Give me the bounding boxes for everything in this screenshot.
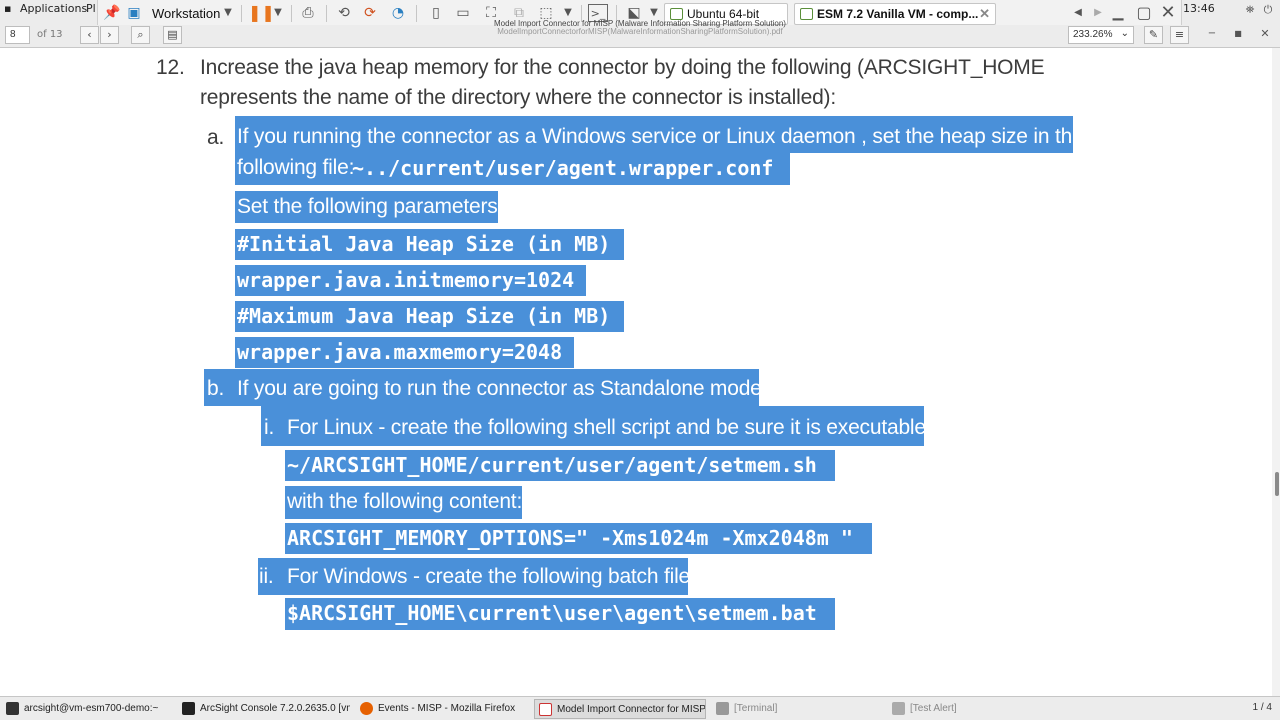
- alert-icon: [892, 702, 905, 715]
- chevron-down-icon[interactable]: ▼: [218, 4, 238, 22]
- arcsight-icon: [182, 702, 195, 715]
- top-bar: ▪ Applications Pl 📌 ▣ Workstation ▼ ❚❚ ▼…: [0, 0, 1280, 48]
- clock: 13:46: [1183, 2, 1215, 15]
- taskbar: arcsight@vm-esm700-demo:~ ArcSight Conso…: [0, 696, 1280, 720]
- toolbar-divider: [416, 5, 417, 22]
- item-a-file-path: ~../current/user/agent.wrapper.conf: [352, 156, 774, 180]
- vm-tab-icon: [800, 8, 813, 20]
- item-i-text: For Linux - create the following shell s…: [287, 416, 932, 439]
- pdf-icon: [539, 703, 552, 716]
- toolbar-divider: [291, 5, 292, 22]
- vertical-scrollbar[interactable]: [1272, 48, 1280, 696]
- minimize-icon[interactable]: −: [1202, 25, 1222, 43]
- next-page-button[interactable]: ›: [100, 26, 119, 44]
- task-label: Model Import Connector for MISP (...: [557, 704, 706, 715]
- previous-page-button[interactable]: ‹: [80, 26, 99, 44]
- close-icon[interactable]: ✕: [979, 6, 990, 22]
- power-icon[interactable]: ⏻: [1258, 1, 1278, 19]
- maximize-icon[interactable]: ▢: [1134, 4, 1154, 22]
- task-label: ArcSight Console 7.2.0.2635.0 [vm-...: [200, 703, 350, 714]
- task-label: [Test Alert]: [910, 703, 957, 714]
- revert-snapshot-icon[interactable]: ⟳: [360, 4, 380, 22]
- item-i-script-path: ~/ARCSIGHT_HOME/current/user/agent/setme…: [287, 453, 817, 477]
- sidebar-icon[interactable]: ▤: [163, 26, 182, 44]
- page-number-input[interactable]: 8: [5, 26, 30, 44]
- zoom-select[interactable]: 233.26% ⌄: [1068, 26, 1134, 44]
- task-label: [Terminal]: [734, 703, 778, 714]
- firefox-icon: [360, 702, 373, 715]
- task-pdf-viewer[interactable]: Model Import Connector for MISP (...: [534, 699, 706, 719]
- item-ii-text: For Windows - create the following batch…: [287, 565, 696, 588]
- task-label: arcsight@vm-esm700-demo:~: [24, 703, 159, 714]
- network-icon[interactable]: ⛯: [1240, 1, 1260, 19]
- task-test-alert[interactable]: [Test Alert]: [888, 699, 1060, 719]
- item-a-text-line-2: following file:: [237, 156, 355, 179]
- code-line-3: #Maximum Java Heap Size (in MB): [237, 304, 611, 328]
- workspace-indicator[interactable]: 1 / 4: [1253, 702, 1272, 713]
- pdf-document-title: Model Import Connector for MISP (Malware…: [455, 20, 825, 36]
- minimize-icon[interactable]: ▁: [1108, 4, 1128, 22]
- item-i-content-label: with the following content:: [287, 490, 523, 513]
- toolbar-divider: [326, 5, 327, 22]
- step-text-line-1: Increase the java heap memory for the co…: [200, 56, 1045, 79]
- item-i-code: ARCSIGHT_MEMORY_OPTIONS=" -Xms1024m -Xmx…: [287, 526, 853, 550]
- close-window-icon[interactable]: ✕: [1255, 25, 1275, 43]
- item-i-marker: i.: [264, 416, 275, 439]
- step-text-line-2: represents the name of the directory whe…: [200, 86, 836, 109]
- pause-icon[interactable]: ❚❚: [248, 4, 275, 22]
- scroll-thumb[interactable]: [1275, 472, 1279, 496]
- item-b-text: If you are going to run the connector as…: [237, 377, 768, 400]
- chevron-down-icon[interactable]: ▼: [268, 4, 288, 22]
- chevron-down-icon: ⌄: [1120, 28, 1129, 39]
- snapshot-manager-icon[interactable]: ◔: [388, 4, 408, 22]
- terminal-icon: [6, 702, 19, 715]
- sidebar-toggle-icon[interactable]: ▯: [426, 4, 446, 22]
- step-number: 12.: [156, 56, 185, 79]
- code-line-1: #Initial Java Heap Size (in MB): [237, 232, 611, 256]
- tab-scroll-right-icon[interactable]: ▶: [1088, 4, 1108, 22]
- task-label: Events - MISP - Mozilla Firefox: [378, 703, 516, 714]
- item-ii-batch-path: $ARCSIGHT_HOME\current\user\agent\setmem…: [287, 601, 817, 625]
- pin-icon[interactable]: 📌: [102, 4, 122, 22]
- send-ctrl-alt-del-icon[interactable]: ⎙: [298, 4, 318, 22]
- task-terminal-arcsight[interactable]: arcsight@vm-esm700-demo:~: [2, 699, 172, 719]
- menu-icon[interactable]: ≡: [1170, 26, 1189, 44]
- item-b-marker: b.: [207, 377, 225, 400]
- vmware-logo-icon: ▣: [127, 5, 141, 21]
- annotate-icon[interactable]: ✎: [1144, 26, 1163, 44]
- close-window-icon[interactable]: ✕: [1158, 4, 1178, 22]
- search-icon[interactable]: ⌕: [131, 26, 150, 44]
- toolbar-divider: [241, 5, 242, 22]
- pdf-page[interactable]: 12. Increase the java heap memory for th…: [0, 48, 1272, 696]
- task-terminal[interactable]: [Terminal]: [712, 699, 884, 719]
- page-total: of 13: [37, 29, 63, 40]
- item-a-params: Set the following parameters:: [237, 195, 504, 218]
- tab-scroll-left-icon[interactable]: ◀: [1068, 4, 1088, 22]
- pdf-filename: ModelImportConnectorforMISP(MalwareInfor…: [497, 27, 783, 36]
- maximize-icon[interactable]: ■: [1228, 25, 1248, 43]
- code-line-4: wrapper.java.maxmemory=2048: [237, 340, 563, 364]
- gnome-apps-icon: ▪: [4, 2, 12, 15]
- zoom-value: 233.26%: [1073, 29, 1113, 40]
- item-a-marker: a.: [207, 126, 225, 149]
- task-arcsight-console[interactable]: ArcSight Console 7.2.0.2635.0 [vm-...: [178, 699, 350, 719]
- terminal-icon: [716, 702, 729, 715]
- code-line-2: wrapper.java.initmemory=1024: [237, 268, 575, 292]
- item-ii-marker: ii.: [259, 565, 274, 588]
- task-firefox-misp[interactable]: Events - MISP - Mozilla Firefox: [356, 699, 528, 719]
- item-a-text-line-1: If you running the connector as a Window…: [237, 125, 1084, 148]
- places-menu[interactable]: Pl: [86, 2, 96, 15]
- workstation-menu[interactable]: Workstation: [152, 6, 220, 21]
- snapshot-icon[interactable]: ⟲: [334, 4, 354, 22]
- applications-menu[interactable]: Applications: [20, 2, 87, 15]
- tab-label: ESM 7.2 Vanilla VM - comp...: [817, 7, 979, 21]
